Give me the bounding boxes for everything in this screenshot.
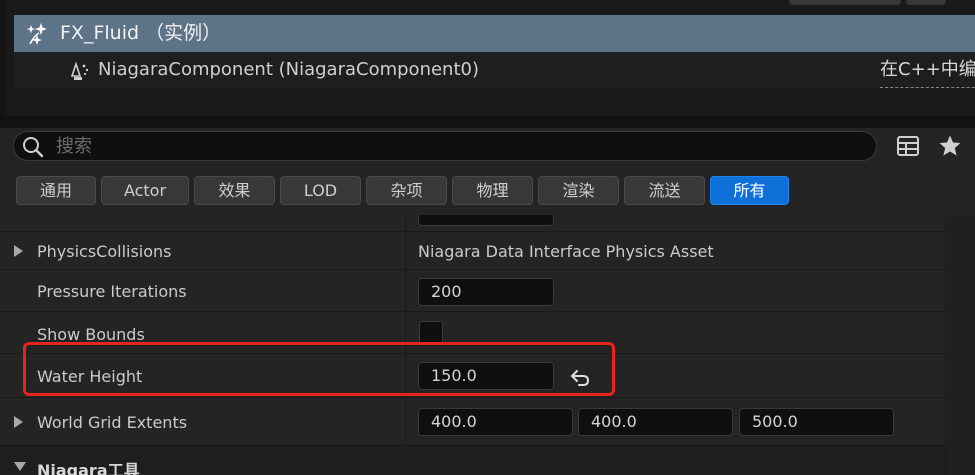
category-niagara-tools[interactable]: Niagara工具 xyxy=(0,446,945,475)
toolbar-button-partial[interactable] xyxy=(789,0,901,5)
world-grid-extents-z-input[interactable]: 500.0 xyxy=(739,408,894,436)
component-tree-panel: FX_Fluid （实例） NiagaraComponent (NiagaraC… xyxy=(6,0,975,116)
reset-to-default-icon[interactable] xyxy=(569,366,591,388)
tree-item-fx-fluid[interactable]: FX_Fluid （实例） xyxy=(14,15,975,52)
world-grid-extents-y-input[interactable]: 400.0 xyxy=(578,408,733,436)
property-row-water-height: Water Height 150.0 xyxy=(0,354,945,398)
details-scrollbar-rail[interactable] xyxy=(945,215,975,475)
property-row-pressure-iterations: Pressure Iterations 200 xyxy=(0,270,945,312)
tab-misc[interactable]: 杂项 xyxy=(366,176,447,205)
property-value: Niagara Data Interface Physics Asset xyxy=(418,242,714,261)
water-height-input[interactable]: 150.0 xyxy=(418,362,554,390)
expand-arrow-icon[interactable] xyxy=(14,245,23,257)
tab-actor[interactable]: Actor xyxy=(101,176,189,205)
property-label: PhysicsCollisions xyxy=(37,242,172,261)
property-row-show-bounds: Show Bounds xyxy=(0,312,945,354)
tree-item-label: NiagaraComponent (NiagaraComponent0) xyxy=(98,59,479,80)
search-box[interactable] xyxy=(13,131,877,161)
tab-physics[interactable]: 物理 xyxy=(452,176,533,205)
panel-separator xyxy=(0,116,975,128)
property-row-partial xyxy=(0,215,945,232)
property-label: Pressure Iterations xyxy=(37,282,187,301)
favorites-star-icon[interactable] xyxy=(937,133,963,159)
world-grid-extents-x-input[interactable]: 400.0 xyxy=(418,408,573,436)
property-list: PhysicsCollisions Niagara Data Interface… xyxy=(0,215,975,475)
show-bounds-checkbox[interactable] xyxy=(419,321,443,345)
tree-item-niagara-component[interactable]: NiagaraComponent (NiagaraComponent0) 在C+… xyxy=(14,52,975,88)
search-input[interactable] xyxy=(54,134,854,158)
niagara-component-icon xyxy=(70,61,89,80)
property-row-world-grid-extents: World Grid Extents 400.0 400.0 500.0 xyxy=(0,398,945,446)
toolbar-button-partial-2[interactable] xyxy=(906,0,946,5)
tab-rendering[interactable]: 渲染 xyxy=(538,176,619,205)
tab-effects[interactable]: 效果 xyxy=(194,176,275,205)
tab-general[interactable]: 通用 xyxy=(16,176,96,205)
property-matrix-icon[interactable] xyxy=(895,133,921,159)
property-label: Water Height xyxy=(37,367,143,386)
property-row-physics-collisions: PhysicsCollisions Niagara Data Interface… xyxy=(0,232,945,270)
search-icon xyxy=(23,137,44,158)
expand-arrow-icon[interactable] xyxy=(14,416,23,428)
edit-in-cpp-link[interactable]: 在C++中编辑 xyxy=(880,52,975,88)
category-label: Niagara工具 xyxy=(37,461,140,475)
property-label: Show Bounds xyxy=(37,325,145,344)
collapse-arrow-icon[interactable] xyxy=(14,462,26,471)
tab-all[interactable]: 所有 xyxy=(710,176,789,205)
tree-item-label: FX_Fluid （实例） xyxy=(60,22,222,44)
pressure-iterations-input[interactable]: 200 xyxy=(418,278,554,306)
niagara-actor-icon xyxy=(26,23,47,45)
partial-value-field[interactable] xyxy=(418,215,554,226)
tab-streaming[interactable]: 流送 xyxy=(624,176,705,205)
property-label: World Grid Extents xyxy=(37,413,188,432)
tab-lod[interactable]: LOD xyxy=(280,176,361,205)
